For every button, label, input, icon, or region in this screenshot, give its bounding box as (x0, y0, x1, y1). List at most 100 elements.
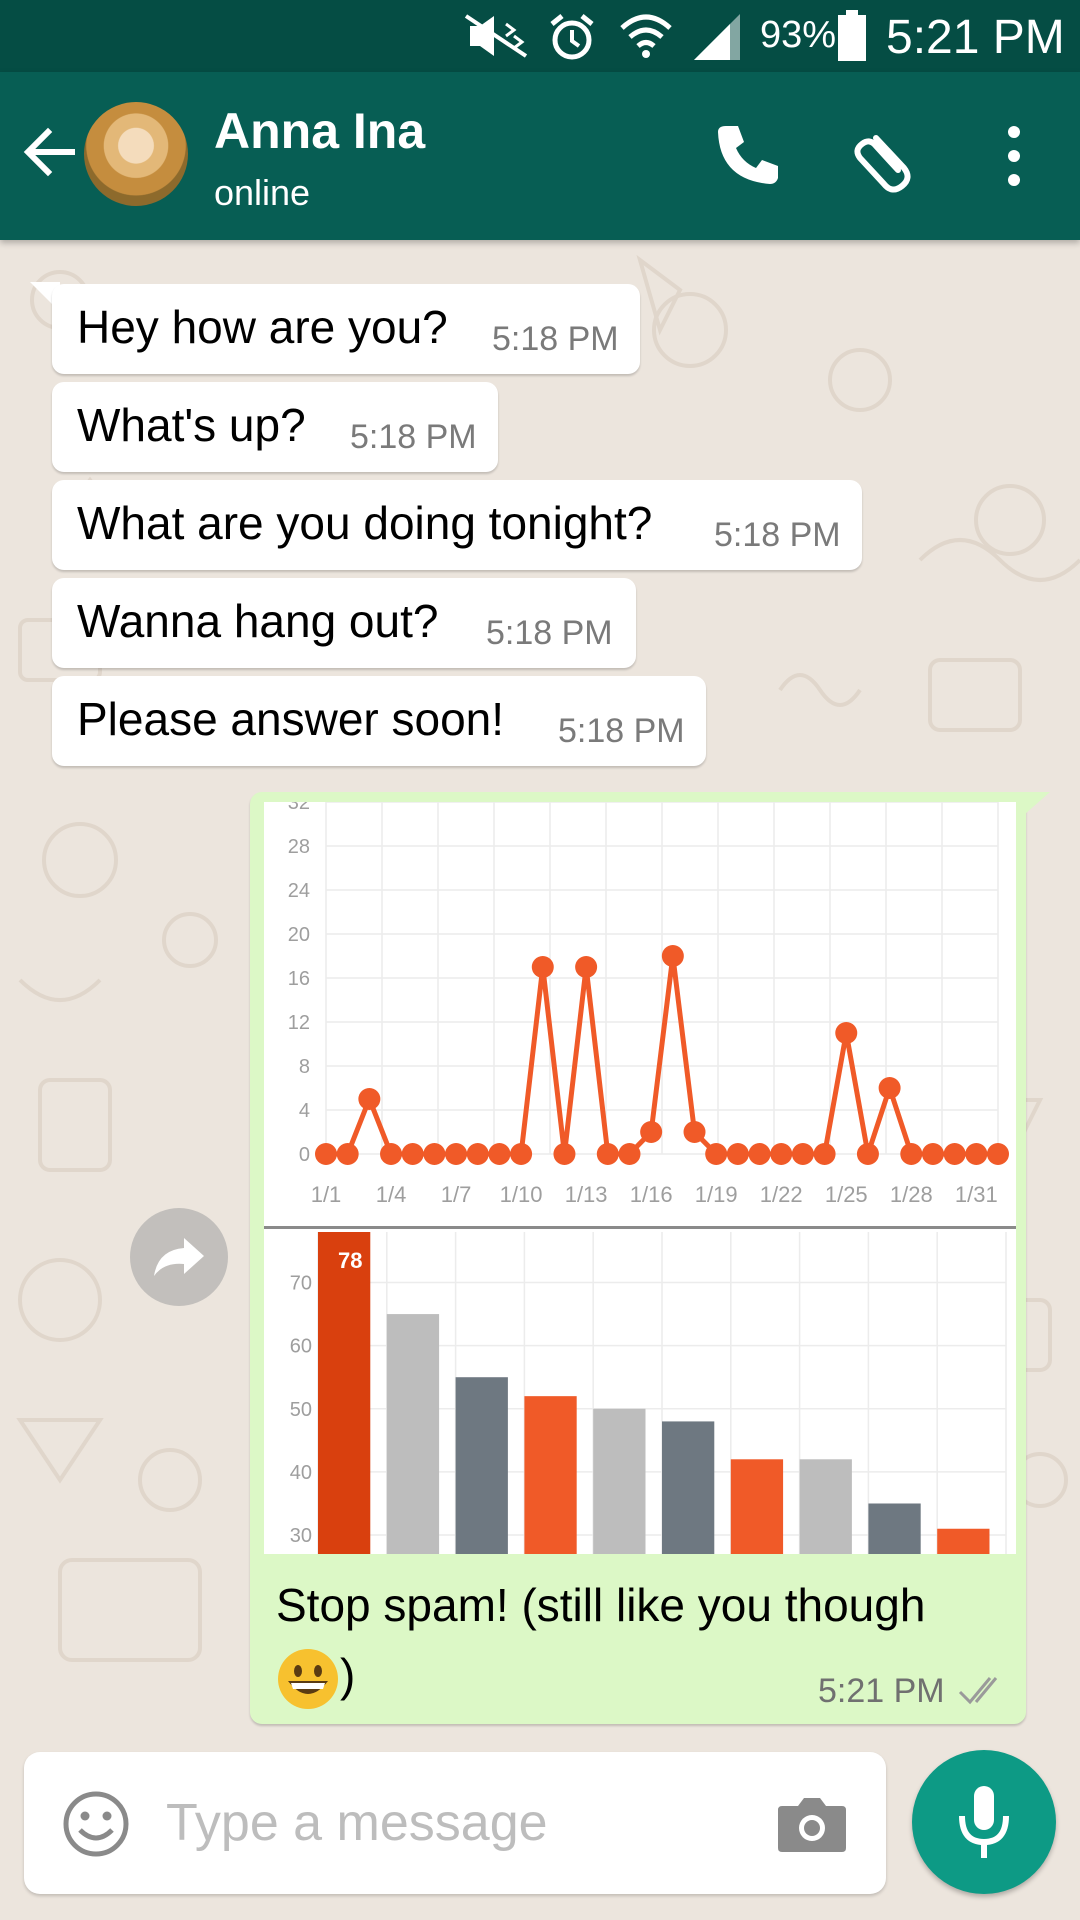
forward-button[interactable] (130, 1208, 228, 1306)
contact-name[interactable]: Anna Ina (214, 102, 425, 160)
x-tick-label: 1/25 (825, 1182, 868, 1207)
mute-icon (464, 14, 528, 58)
paperclip-icon[interactable] (848, 116, 928, 196)
data-point (965, 1143, 988, 1165)
data-point (575, 956, 598, 978)
contact-status: online (214, 172, 311, 213)
x-tick-label: 1/4 (376, 1182, 407, 1207)
y-tick-label: 24 (288, 880, 310, 902)
forward-arrow-icon (154, 1238, 204, 1276)
data-point (466, 1143, 489, 1165)
data-point (510, 1143, 533, 1165)
y-tick-label: 40 (290, 1462, 312, 1484)
data-point (813, 1143, 836, 1165)
bar (868, 1503, 921, 1554)
data-point (336, 1143, 359, 1165)
message-text: What are you doing tonight? (77, 497, 653, 549)
back-arrow-icon[interactable] (14, 116, 86, 188)
data-point (835, 1022, 858, 1044)
y-tick-label: 50 (290, 1399, 312, 1421)
x-tick-label: 1/31 (955, 1182, 998, 1207)
message-time: 5:18 PM (714, 516, 841, 554)
message-bubble[interactable]: Please answer soon! 5:18 PM (52, 676, 706, 766)
message-time: 5:18 PM (350, 418, 477, 456)
chart-divider (264, 1226, 1016, 1229)
data-label: 78 (338, 1248, 362, 1273)
grinning-face-icon (278, 1648, 338, 1709)
y-tick-label: 70 (290, 1273, 312, 1295)
y-tick-label: 32 (288, 802, 310, 814)
wifi-icon (620, 14, 672, 58)
data-point (705, 1143, 728, 1165)
message-text: Hey how are you? (77, 301, 448, 353)
message-time: 5:21 PM (818, 1672, 945, 1710)
double-check-icon (958, 1677, 998, 1705)
y-tick-label: 16 (288, 968, 310, 990)
x-tick-label: 1/13 (565, 1182, 608, 1207)
y-tick-label: 12 (288, 1012, 310, 1034)
x-tick-label: 1/1 (311, 1182, 342, 1207)
chart-image[interactable]: 0 4 8 12 16 20 24 28 32 1/1 1/4 1/7 1/10 1/13 1/16 1/19… (264, 802, 1016, 1554)
line-chart: 0 4 8 12 16 20 24 28 32 1/1 1/4 1/7 1/10 1/13 1/16 1/19… (288, 802, 1009, 1207)
message-bubble[interactable]: Hey how are you? 5:18 PM (52, 284, 640, 374)
data-point (683, 1121, 706, 1143)
data-point (770, 1143, 793, 1165)
data-point (748, 1143, 771, 1165)
bar (318, 1232, 371, 1554)
y-tick-label: 20 (288, 924, 310, 946)
battery-icon (838, 10, 866, 61)
data-point (531, 956, 554, 978)
message-bubble[interactable]: What are you doing tonight? 5:18 PM (52, 480, 862, 570)
bar (937, 1528, 990, 1554)
avatar[interactable] (84, 102, 188, 206)
emoji-icon[interactable] (60, 1788, 132, 1860)
alarm-icon (550, 14, 594, 60)
data-point (856, 1143, 879, 1165)
message-bubble[interactable]: Wanna hang out? 5:18 PM (52, 578, 636, 668)
message-input[interactable] (164, 1782, 768, 1864)
data-point (640, 1121, 663, 1143)
bar-chart: 30 40 50 60 70 78 (290, 1232, 1007, 1554)
mic-icon (959, 1786, 1009, 1858)
data-point (423, 1143, 446, 1165)
message-time: 5:18 PM (558, 712, 685, 750)
y-tick-label: 60 (290, 1336, 312, 1358)
bar (386, 1314, 440, 1554)
data-point (726, 1143, 749, 1165)
data-point (401, 1143, 424, 1165)
message-time: 5:18 PM (486, 614, 613, 652)
message-text: Wanna hang out? (77, 595, 439, 647)
data-point (900, 1143, 923, 1165)
bubble-tail-out (1016, 792, 1050, 822)
x-tick-label: 1/28 (890, 1182, 933, 1207)
message-composer (24, 1752, 886, 1894)
x-tick-label: 1/22 (760, 1182, 803, 1207)
mic-button[interactable] (912, 1750, 1056, 1894)
y-tick-label: 8 (299, 1056, 310, 1078)
caption-end: ) (340, 1649, 356, 1701)
data-point (358, 1088, 381, 1110)
caption-text: Stop spam! (still like you though (276, 1579, 926, 1631)
y-tick-label: 30 (290, 1525, 312, 1547)
bar (730, 1459, 784, 1554)
data-point (380, 1143, 403, 1165)
chat-header: Anna Ina online (0, 72, 1080, 240)
message-bubble[interactable]: What's up? 5:18 PM (52, 382, 498, 472)
status-bar: 93% 5:21 PM (0, 0, 1080, 72)
signal-icon (694, 14, 740, 60)
y-tick-label: 28 (288, 836, 310, 858)
x-tick-label: 1/10 (500, 1182, 543, 1207)
message-time: 5:18 PM (492, 320, 619, 358)
data-point (315, 1143, 337, 1165)
x-tick-label: 1/19 (695, 1182, 738, 1207)
y-tick-label: 0 (299, 1144, 310, 1166)
data-point (596, 1143, 619, 1165)
data-point (987, 1143, 1009, 1165)
more-vert-icon[interactable] (974, 116, 1054, 196)
camera-icon[interactable] (774, 1788, 850, 1858)
data-point (921, 1143, 944, 1165)
bar (455, 1377, 508, 1554)
phone-icon[interactable] (706, 116, 786, 196)
x-tick-label: 1/7 (441, 1182, 472, 1207)
data-point (488, 1143, 511, 1165)
